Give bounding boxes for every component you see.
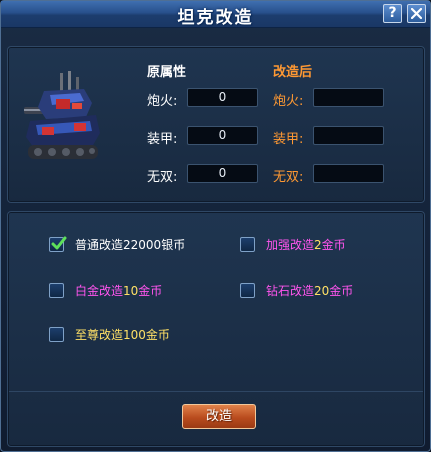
option-enhanced-checkbox[interactable]: [240, 237, 255, 252]
checkmark-icon: [51, 236, 67, 250]
unrivaled-label: 无双:: [147, 170, 178, 185]
armor-after-value: [313, 126, 384, 145]
option-platinum-checkbox[interactable]: [49, 283, 64, 298]
option-diamond[interactable]: 钻石改造20金币: [240, 281, 390, 301]
option-enhanced[interactable]: 加强改造2金币: [240, 235, 390, 255]
window-title: 坦克改造: [177, 8, 254, 28]
after-header: 改造后: [273, 65, 313, 80]
option-diamond-label: 钻石改造20金币: [266, 284, 354, 298]
option-normal-checkbox[interactable]: [49, 236, 67, 252]
close-icon: [411, 8, 422, 19]
help-button[interactable]: ?: [383, 4, 402, 23]
option-platinum[interactable]: 白金改造10金币: [49, 281, 219, 301]
unrivaled-before-value: 0: [187, 164, 258, 183]
option-platinum-label: 白金改造10金币: [75, 284, 163, 298]
stats-panel: 原属性 改造后 炮火: 0 炮火: 装甲: 0 装甲: 无双: 0 无双:: [7, 46, 425, 203]
help-icon: ?: [388, 5, 397, 21]
divider: [9, 391, 423, 392]
title-bar[interactable]: 坦克改造 ?: [1, 1, 430, 28]
option-enhanced-label: 加强改造2金币: [266, 238, 346, 252]
firepower-before-value: 0: [187, 88, 258, 107]
armor-label: 装甲:: [147, 132, 178, 147]
before-header: 原属性: [147, 65, 187, 80]
option-normal[interactable]: 普通改造22000银币: [49, 235, 219, 255]
option-supreme[interactable]: 至尊改造100金币: [49, 325, 219, 345]
tank-modify-dialog: 坦克改造 ? 原属性 改造后 炮火: 0 炮火: 装甲: 0 装甲: 无双: 0…: [0, 0, 431, 452]
tank-image: [24, 71, 100, 159]
option-diamond-checkbox[interactable]: [240, 283, 255, 298]
firepower-after-label: 炮火:: [273, 94, 304, 109]
firepower-label: 炮火:: [147, 94, 178, 109]
close-button[interactable]: [407, 4, 426, 23]
option-supreme-label: 至尊改造100金币: [75, 328, 170, 342]
modify-button[interactable]: 改造: [182, 404, 256, 429]
unrivaled-after-label: 无双:: [273, 170, 304, 185]
option-normal-label: 普通改造22000银币: [75, 238, 186, 252]
unrivaled-after-value: [313, 164, 384, 183]
option-supreme-checkbox[interactable]: [49, 327, 64, 342]
armor-before-value: 0: [187, 126, 258, 145]
firepower-after-value: [313, 88, 384, 107]
armor-after-label: 装甲:: [273, 132, 304, 147]
